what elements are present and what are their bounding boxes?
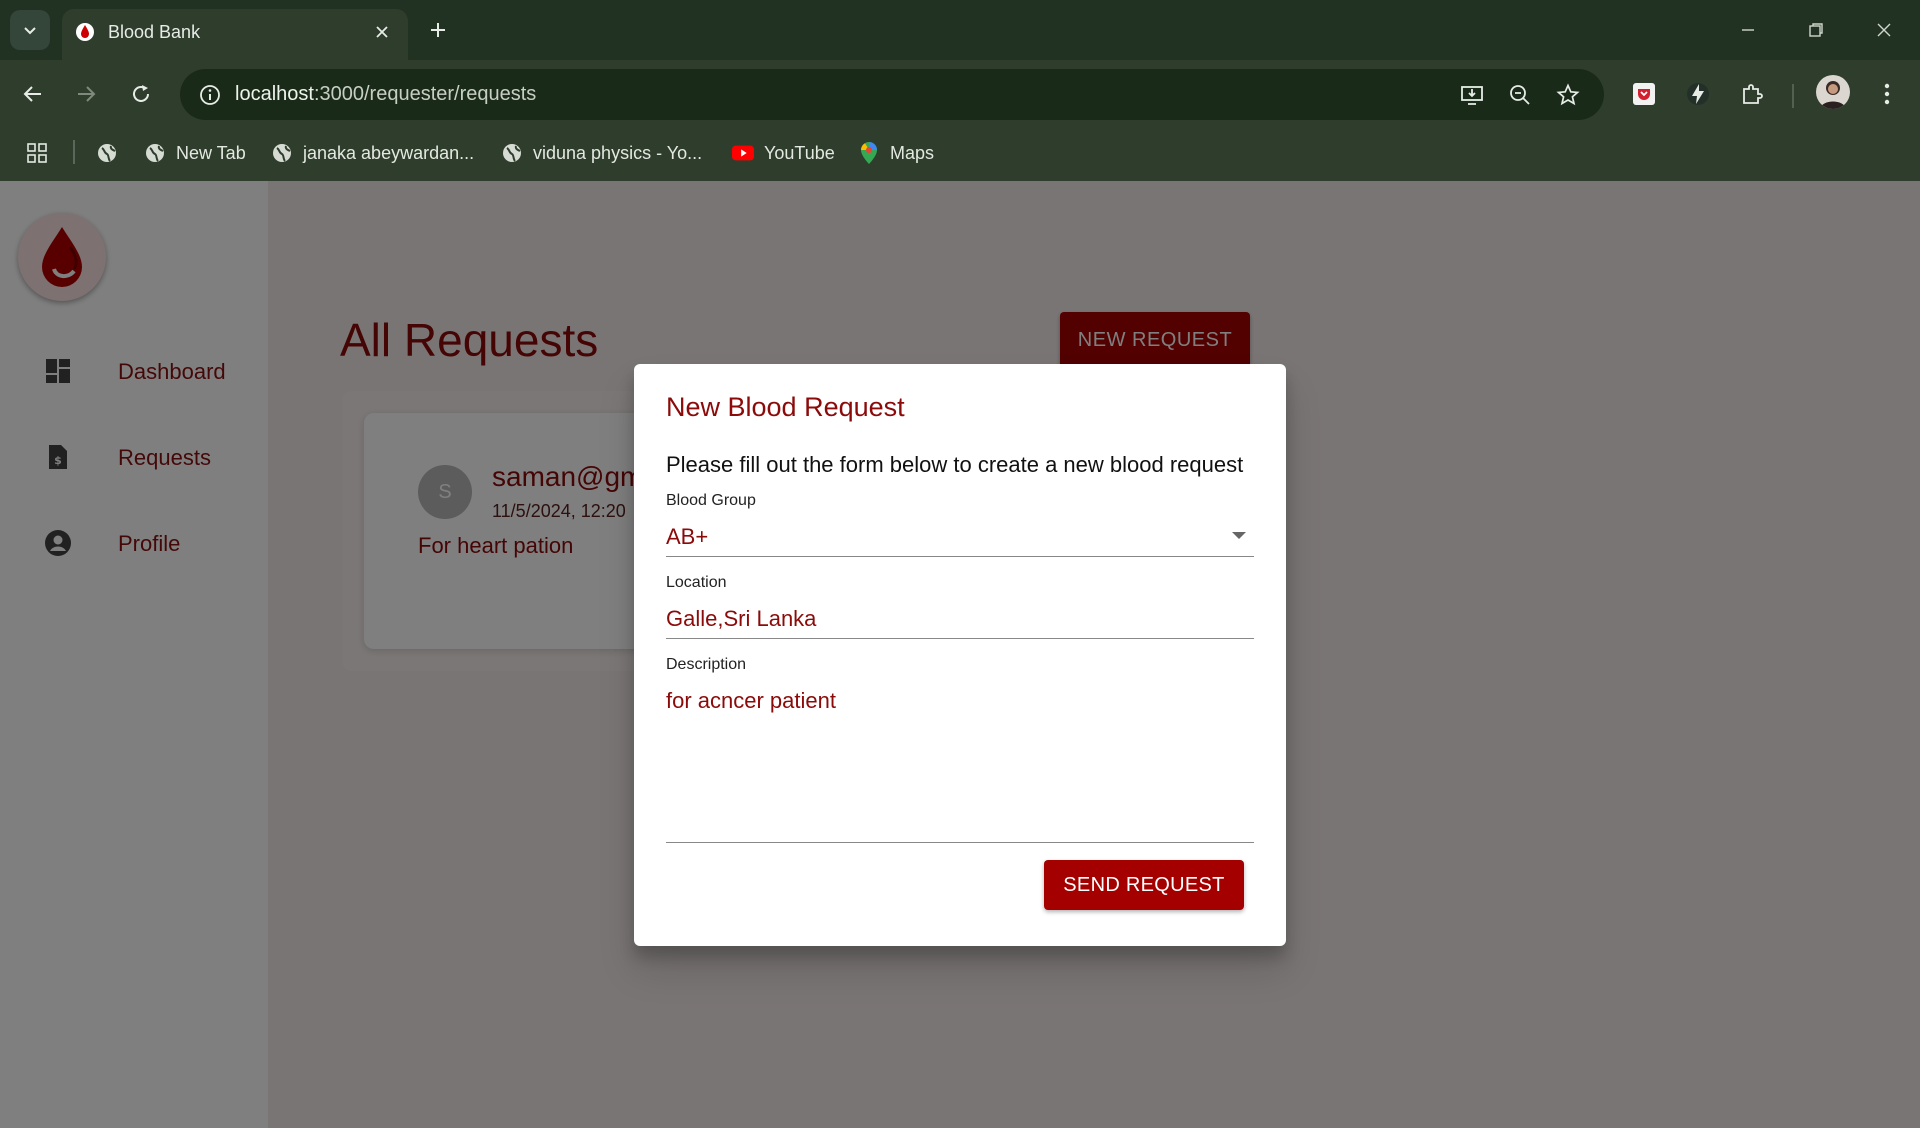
- tab-close-button[interactable]: [367, 17, 397, 47]
- blood-group-underline: [666, 556, 1254, 557]
- install-icon: [1461, 86, 1483, 105]
- back-button[interactable]: [14, 75, 52, 113]
- browser-menu-button[interactable]: [1868, 75, 1906, 113]
- url-path: :3000/requester/requests: [313, 83, 537, 105]
- location-underline: [666, 638, 1254, 639]
- star-icon: [1556, 83, 1580, 106]
- browser-chrome: Blood Bank localhost:3000/requester/requ…: [0, 0, 1920, 181]
- arrow-left-icon: [23, 86, 41, 102]
- globe-icon: [271, 142, 293, 164]
- bookmark-maps[interactable]: Maps: [858, 138, 934, 168]
- send-request-button[interactable]: SEND REQUEST: [1044, 860, 1244, 910]
- bookmark-star-button[interactable]: [1549, 76, 1587, 114]
- bookmark-globe[interactable]: [96, 138, 128, 168]
- info-icon: [200, 85, 220, 105]
- youtube-icon: [732, 142, 754, 164]
- address-bar[interactable]: localhost:3000/requester/requests: [180, 69, 1604, 120]
- blood-group-label: Blood Group: [666, 492, 756, 509]
- bookmark-label: Maps: [890, 142, 935, 163]
- bookmark-new-tab[interactable]: New Tab: [144, 138, 246, 168]
- url-host: localhost: [235, 83, 314, 105]
- plus-icon: [431, 23, 445, 37]
- restore-icon: [1809, 23, 1823, 37]
- bookmark-label: YouTube: [764, 142, 835, 163]
- more-vertical-icon: [1884, 83, 1890, 105]
- install-app-button[interactable]: [1453, 76, 1491, 114]
- blood-drop-favicon-icon: [76, 23, 94, 41]
- location-field[interactable]: Galle,Sri Lanka: [666, 606, 816, 632]
- bookmark-label: janaka abeywardan...: [303, 142, 475, 163]
- minimize-button[interactable]: [1726, 8, 1770, 52]
- site-info-button[interactable]: [192, 77, 228, 113]
- restore-button[interactable]: [1794, 8, 1838, 52]
- minimize-icon: [1742, 29, 1754, 31]
- description-field[interactable]: for acncer patient: [666, 688, 836, 714]
- zoom-button[interactable]: [1501, 76, 1539, 114]
- dialog-title: New Blood Request: [666, 392, 905, 422]
- arrow-right-icon: [78, 86, 96, 102]
- description-label: Description: [666, 656, 747, 673]
- extensions-button[interactable]: [1733, 75, 1771, 113]
- extension-bolt-button[interactable]: [1679, 75, 1717, 113]
- browser-tab-active[interactable]: Blood Bank: [62, 9, 408, 60]
- maps-icon: [858, 142, 880, 164]
- toolbar-divider: [1792, 84, 1794, 108]
- bookmark-youtube[interactable]: YouTube: [732, 138, 835, 168]
- bookmark-viduna[interactable]: viduna physics - Yo...: [501, 138, 702, 168]
- bookmark-label: New Tab: [176, 142, 246, 163]
- tab-strip: Blood Bank: [0, 0, 1920, 60]
- forward-button[interactable]: [67, 75, 105, 113]
- blood-group-select[interactable]: AB+: [666, 524, 708, 550]
- tab-search-button[interactable]: [10, 10, 50, 50]
- dialog-instructions: Please fill out the form below to create…: [666, 452, 1244, 477]
- bookmark-label: viduna physics - Yo...: [533, 142, 703, 163]
- profile-avatar-button[interactable]: [1816, 75, 1850, 109]
- globe-icon: [96, 142, 118, 164]
- reload-button[interactable]: [122, 75, 160, 113]
- close-icon: [1877, 23, 1891, 37]
- globe-icon: [144, 142, 166, 164]
- globe-icon: [501, 142, 523, 164]
- close-window-button[interactable]: [1862, 8, 1906, 52]
- dropdown-arrow-icon[interactable]: [1232, 532, 1246, 539]
- user-photo-icon: [1820, 81, 1846, 109]
- bookmark-janaka[interactable]: janaka abeywardan...: [271, 138, 474, 168]
- url-text: localhost:3000/requester/requests: [235, 83, 536, 106]
- apps-grid-icon: [26, 142, 48, 164]
- reload-icon: [133, 85, 149, 102]
- location-label: Location: [666, 574, 727, 591]
- puzzle-icon: [1743, 84, 1763, 104]
- tab-title: Blood Bank: [108, 22, 201, 42]
- browser-toolbar: localhost:3000/requester/requests: [0, 60, 1920, 128]
- new-blood-request-dialog: New Blood Request Please fill out the fo…: [634, 364, 1286, 946]
- close-icon: [376, 26, 388, 38]
- bolt-extension-icon: [1687, 83, 1709, 105]
- extension-pocket-button[interactable]: [1625, 75, 1663, 113]
- apps-shortcut[interactable]: [26, 138, 58, 168]
- bookmarks-divider: [73, 140, 75, 164]
- pocket-extension-icon: [1633, 83, 1655, 105]
- zoom-out-icon: [1510, 85, 1530, 105]
- chevron-down-icon: [24, 27, 36, 35]
- bookmarks-bar: New Tab janaka abeywardan... viduna phys…: [0, 128, 1920, 181]
- new-tab-button[interactable]: [420, 12, 456, 48]
- description-underline: [666, 842, 1254, 843]
